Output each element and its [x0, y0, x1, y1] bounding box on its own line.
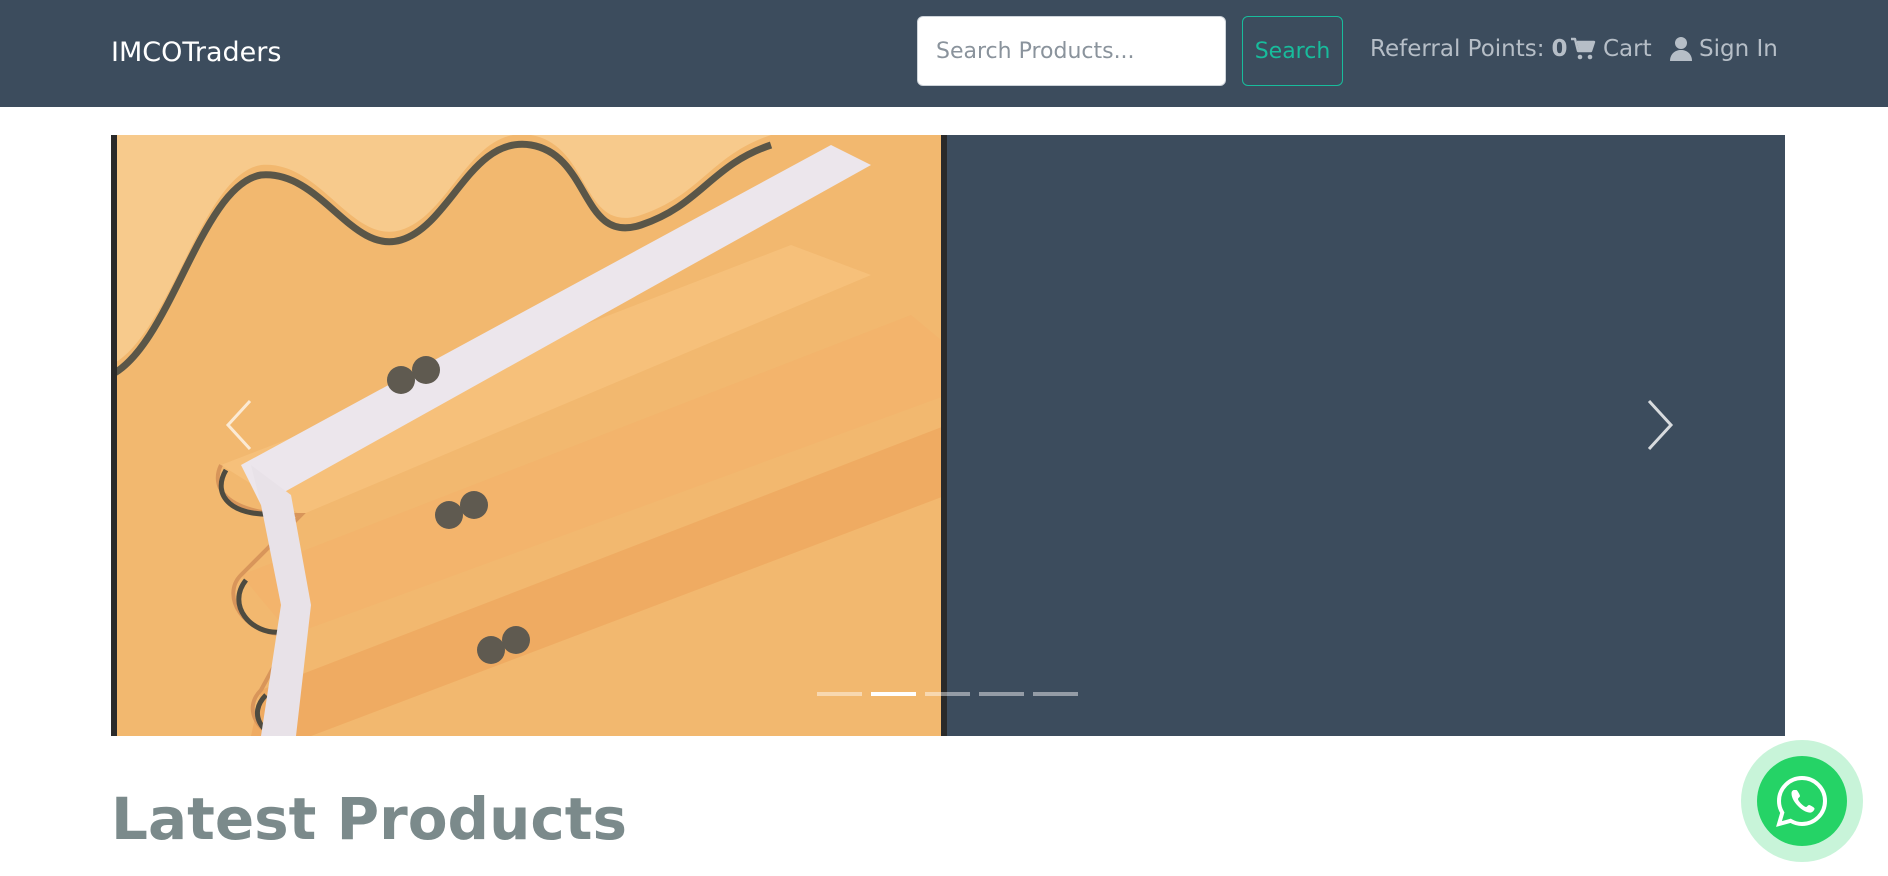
navbar: IMCOTraders Search Referral Points: 0 Ca… [0, 0, 1888, 107]
carousel-next-button[interactable] [1639, 395, 1679, 455]
brand-logo[interactable]: IMCOTraders [111, 33, 281, 73]
section-title: Latest Products [111, 785, 627, 853]
referral-points: Referral Points: 0 [1370, 30, 1568, 68]
cart-icon [1571, 37, 1596, 60]
sign-in-label: Sign In [1699, 36, 1778, 62]
chevron-left-icon [225, 399, 252, 451]
carousel-indicator-3[interactable] [925, 692, 970, 696]
search-input[interactable] [917, 16, 1226, 86]
whatsapp-button-inner [1757, 756, 1847, 846]
whatsapp-button[interactable] [1741, 740, 1863, 862]
hero-carousel [111, 135, 1785, 736]
carousel-indicators [817, 692, 1087, 696]
carousel-prev-button[interactable] [220, 395, 260, 455]
cart-link[interactable]: Cart [1570, 30, 1652, 68]
carousel-indicator-2[interactable] [871, 692, 916, 696]
cart-label: Cart [1603, 36, 1652, 62]
carousel-indicator-5[interactable] [1033, 692, 1078, 696]
whatsapp-icon [1776, 775, 1828, 827]
referral-points-value: 0 [1551, 36, 1568, 62]
chevron-right-icon [1647, 399, 1674, 451]
carousel-indicator-1[interactable] [817, 692, 862, 696]
carousel-indicator-4[interactable] [979, 692, 1024, 696]
user-icon [1670, 37, 1692, 61]
sign-in-link[interactable]: Sign In [1670, 30, 1778, 68]
search-button[interactable]: Search [1242, 16, 1343, 86]
referral-label: Referral Points: [1370, 36, 1545, 62]
